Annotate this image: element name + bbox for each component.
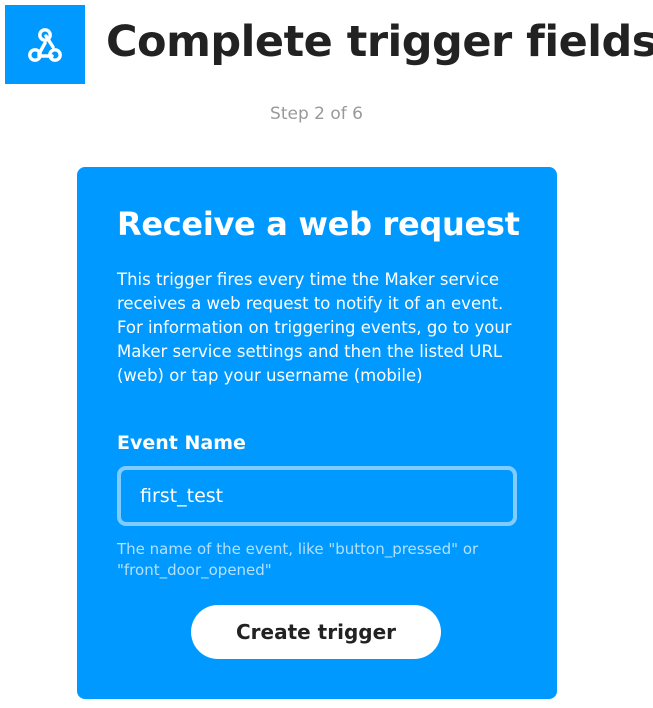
event-name-help: The name of the event, like "button_pres… xyxy=(117,540,479,579)
service-logo[interactable] xyxy=(5,5,85,84)
event-name-input[interactable] xyxy=(121,470,513,522)
page-title: Complete trigger fields xyxy=(106,17,653,67)
event-name-field xyxy=(117,466,517,526)
event-name-label: Event Name xyxy=(117,432,246,454)
step-indicator: Step 2 of 6 xyxy=(270,104,363,124)
trigger-description: This trigger fires every time the Maker … xyxy=(117,270,512,385)
trigger-title: Receive a web request xyxy=(117,205,520,243)
page: Complete trigger fields Step 2 of 6 Rece… xyxy=(0,0,653,708)
webhook-icon xyxy=(28,27,62,62)
create-trigger-button[interactable]: Create trigger xyxy=(191,605,441,659)
trigger-card: Receive a web request This trigger fires… xyxy=(77,167,557,699)
header: Complete trigger fields Step 2 of 6 xyxy=(0,0,653,124)
